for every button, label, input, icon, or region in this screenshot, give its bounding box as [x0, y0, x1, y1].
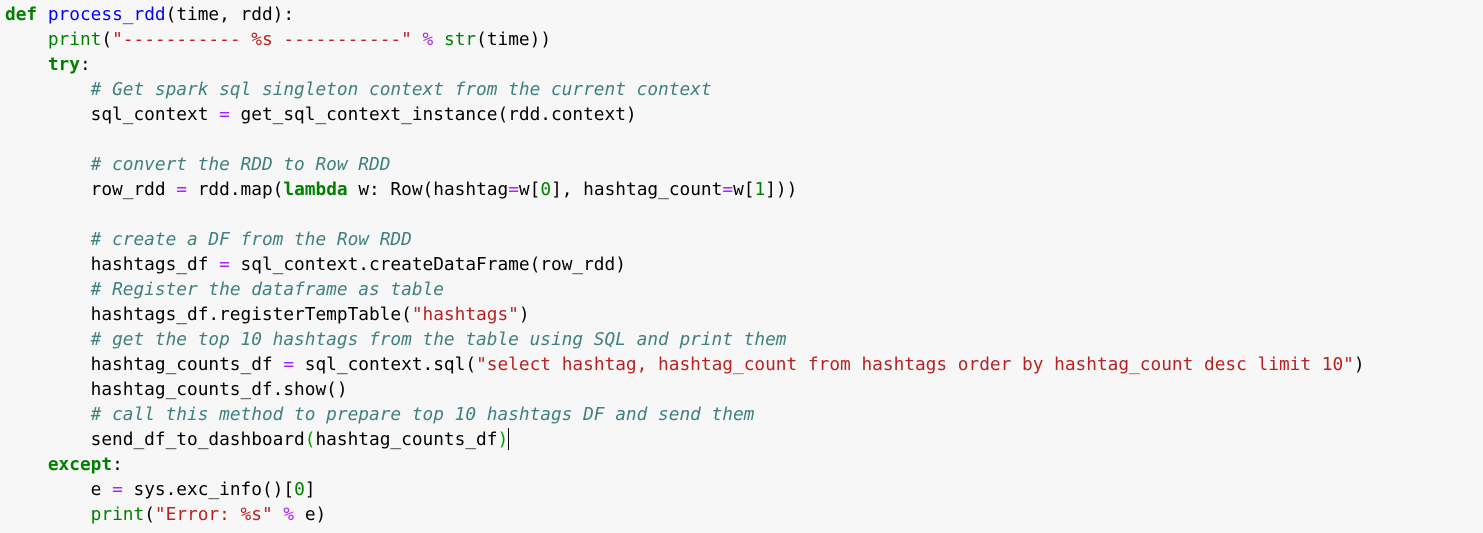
code-token-operator: = — [508, 179, 519, 200]
code-token: w: Row(hashtag — [347, 179, 509, 200]
code-token-def: process_rdd — [47, 4, 166, 25]
code-token-operator: = — [219, 254, 230, 275]
code-line[interactable]: # get the top 10 hashtags from the table… — [0, 327, 1483, 352]
code-token: ) — [1353, 354, 1365, 375]
code-line[interactable]: hashtag_counts_df = sql_context.sql("sel… — [0, 352, 1483, 377]
code-token-number: 0 — [294, 479, 305, 500]
code-token: row_rdd — [5, 179, 177, 200]
code-token-operator: = — [722, 179, 734, 200]
code-token: w[ — [518, 179, 541, 200]
code-token: hashtag_counts_df — [5, 354, 284, 375]
text-cursor — [508, 428, 510, 450]
code-line[interactable]: print("Error: %s" % e) — [0, 502, 1483, 527]
code-token: hashtag_counts_df — [315, 429, 498, 450]
code-token-builtin: str — [443, 29, 477, 50]
code-token-string: "Error: %s" — [154, 504, 273, 525]
code-token-keyword: def — [5, 4, 38, 25]
code-line[interactable]: sql_context = get_sql_context_instance(r… — [0, 102, 1483, 127]
code-token: ( — [144, 504, 155, 525]
code-line[interactable]: def process_rdd(time, rdd): — [0, 2, 1483, 27]
code-token-builtin: print — [47, 29, 102, 50]
code-token: : — [112, 454, 123, 475]
code-line[interactable]: except: — [0, 452, 1483, 477]
code-token: sys.exc_info()[ — [122, 479, 295, 500]
code-token: e) — [294, 504, 327, 525]
code-token: ] — [304, 479, 316, 500]
code-token-operator: = — [283, 354, 295, 375]
code-line[interactable]: hashtag_counts_df.show() — [0, 377, 1483, 402]
code-token: hashtags_df — [5, 254, 220, 275]
code-line[interactable]: e = sys.exc_info()[0] — [0, 477, 1483, 502]
code-token-string: "select hashtag, hashtag_count from hash… — [476, 354, 1354, 375]
code-token: hashtags_df.registerTempTable( — [5, 304, 412, 325]
code-token-operator: % — [422, 29, 434, 50]
code-token: (time, rdd): — [165, 4, 295, 25]
code-token: ( — [101, 29, 113, 50]
code-editor[interactable]: def process_rdd(time, rdd): print("-----… — [0, 0, 1483, 533]
code-token-operator: = — [176, 179, 188, 200]
code-line[interactable]: # convert the RDD to Row RDD — [0, 152, 1483, 177]
code-token: ])) — [765, 179, 798, 200]
code-token-builtin: print — [90, 504, 145, 525]
code-token-comment: # call this method to prepare top 10 has… — [90, 404, 755, 425]
code-token: sql_context.createDataFrame(row_rdd) — [229, 254, 626, 275]
code-line[interactable]: # call this method to prepare top 10 has… — [0, 402, 1483, 427]
code-line[interactable]: # create a DF from the Row RDD — [0, 227, 1483, 252]
code-token-comment: # create a DF from the Row RDD — [90, 229, 412, 250]
code-token: : — [79, 54, 91, 75]
code-token-bracket-match: ) — [497, 429, 509, 450]
code-token-bracket-match: ( — [304, 429, 316, 450]
code-token-string: "----------- %s -----------" — [112, 29, 412, 50]
code-token: send_df_to_dashboard — [5, 429, 305, 450]
code-line[interactable]: hashtags_df = sql_context.createDataFram… — [0, 252, 1483, 277]
code-token-operator: % — [283, 504, 295, 525]
code-token-keyword: lambda — [283, 179, 348, 200]
code-token: ) — [518, 304, 530, 325]
code-token: sql_context.sql( — [294, 354, 477, 375]
code-token: sql_context — [5, 104, 220, 125]
code-token-number: 0 — [540, 179, 552, 200]
code-token-operator: = — [112, 479, 123, 500]
code-token: (time)) — [476, 29, 552, 50]
code-token-number: 1 — [754, 179, 766, 200]
code-token: hashtag_counts_df.show() — [5, 379, 348, 400]
code-token: ], hashtag_count — [551, 179, 723, 200]
code-token: e — [5, 479, 113, 500]
code-token-comment: # convert the RDD to Row RDD — [90, 154, 391, 175]
code-token-string: "hashtags" — [411, 304, 519, 325]
code-line[interactable] — [0, 202, 1483, 227]
code-line[interactable] — [0, 127, 1483, 152]
code-token-operator: = — [219, 104, 230, 125]
code-line[interactable]: # Register the dataframe as table — [0, 277, 1483, 302]
code-token: w[ — [733, 179, 755, 200]
code-token: rdd.map( — [187, 179, 284, 200]
code-token-comment: # Register the dataframe as table — [90, 279, 444, 300]
code-line[interactable]: send_df_to_dashboard(hashtag_counts_df) — [0, 427, 1483, 452]
code-line[interactable]: try: — [0, 52, 1483, 77]
code-line[interactable]: print("----------- %s -----------" % str… — [0, 27, 1483, 52]
code-token-comment: # get the top 10 hashtags from the table… — [90, 329, 787, 350]
code-token-keyword: except — [47, 454, 113, 475]
code-token-keyword: try — [47, 54, 80, 75]
code-token-comment: # Get spark sql singleton context from t… — [90, 79, 712, 100]
code-line[interactable]: hashtags_df.registerTempTable("hashtags"… — [0, 302, 1483, 327]
code-token: get_sql_context_instance(rdd.context) — [229, 104, 637, 125]
code-line[interactable]: # Get spark sql singleton context from t… — [0, 77, 1483, 102]
code-line[interactable]: row_rdd = rdd.map(lambda w: Row(hashtag=… — [0, 177, 1483, 202]
